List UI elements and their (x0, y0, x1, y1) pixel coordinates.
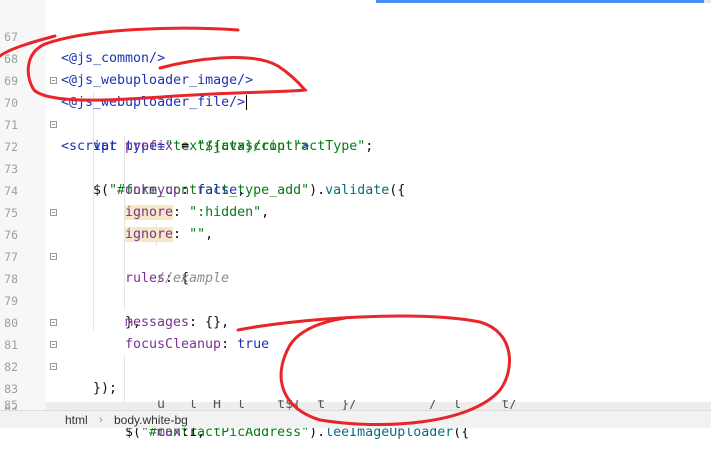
code-line[interactable]: 75 ignore: "", (0, 180, 711, 242)
breadcrumb-item-body[interactable]: body.white-bg (114, 412, 188, 428)
fold-marker-icon[interactable] (50, 209, 57, 216)
fold-marker-icon[interactable] (50, 363, 57, 370)
breadcrumb-item-html[interactable]: html (65, 412, 88, 428)
code-line[interactable]: 72 $("#form_contract_type_add").validate… (0, 114, 711, 198)
code-line[interactable]: 71 var prefix = "${ctx}/contractType"; (0, 92, 711, 154)
code-line[interactable]: 70 <script type="text/javascript"> (0, 70, 711, 154)
code-line[interactable]: 81 }); (0, 312, 711, 396)
code-line[interactable]: 85 u l H l t${ t }/ / l t/ (0, 400, 711, 410)
line-number: 85 (4, 400, 18, 410)
code-line[interactable]: 80 focusCleanup: true (0, 290, 711, 352)
chevron-right-icon: › (99, 414, 103, 426)
code-line[interactable]: 68 <@js_webuploader_image/> (0, 26, 711, 88)
code-line[interactable]: 73 onkeyup: false, (0, 136, 711, 198)
code-line[interactable]: 74 ignore: ":hidden", (0, 158, 711, 220)
code-line[interactable]: 77 //example (0, 224, 711, 286)
code-line[interactable]: 69 <@js_webuploader_file/> (0, 48, 711, 110)
code-line[interactable]: 83 $("#contractPicAddress").leeImageUplo… (0, 356, 711, 440)
fold-marker-icon[interactable] (50, 253, 57, 260)
code-text: u l H l t${ t }/ / l t/ (157, 400, 534, 410)
horizontal-scrollbar[interactable] (376, 0, 711, 3)
fold-marker-icon[interactable] (50, 341, 57, 348)
breadcrumb-bar: html › body.white-bg (0, 410, 711, 428)
fold-marker-icon[interactable] (50, 319, 57, 326)
code-editor[interactable]: 67 <@js_common/> 68 <@js_webuploader_ima… (0, 0, 711, 440)
code-line[interactable]: 79 messages: {}, (0, 268, 711, 330)
fold-marker-icon[interactable] (50, 77, 57, 84)
code-line[interactable]: 67 <@js_common/> (0, 4, 711, 66)
fold-marker-icon[interactable] (50, 121, 57, 128)
code-line[interactable]: 82 $(function () { (0, 334, 711, 418)
code-line[interactable]: 84 max:1, (0, 378, 711, 440)
code-line[interactable]: 78 }, (0, 246, 711, 330)
scrollbar-thumb[interactable] (376, 0, 704, 3)
code-line[interactable]: 76 rules: { (0, 202, 711, 286)
